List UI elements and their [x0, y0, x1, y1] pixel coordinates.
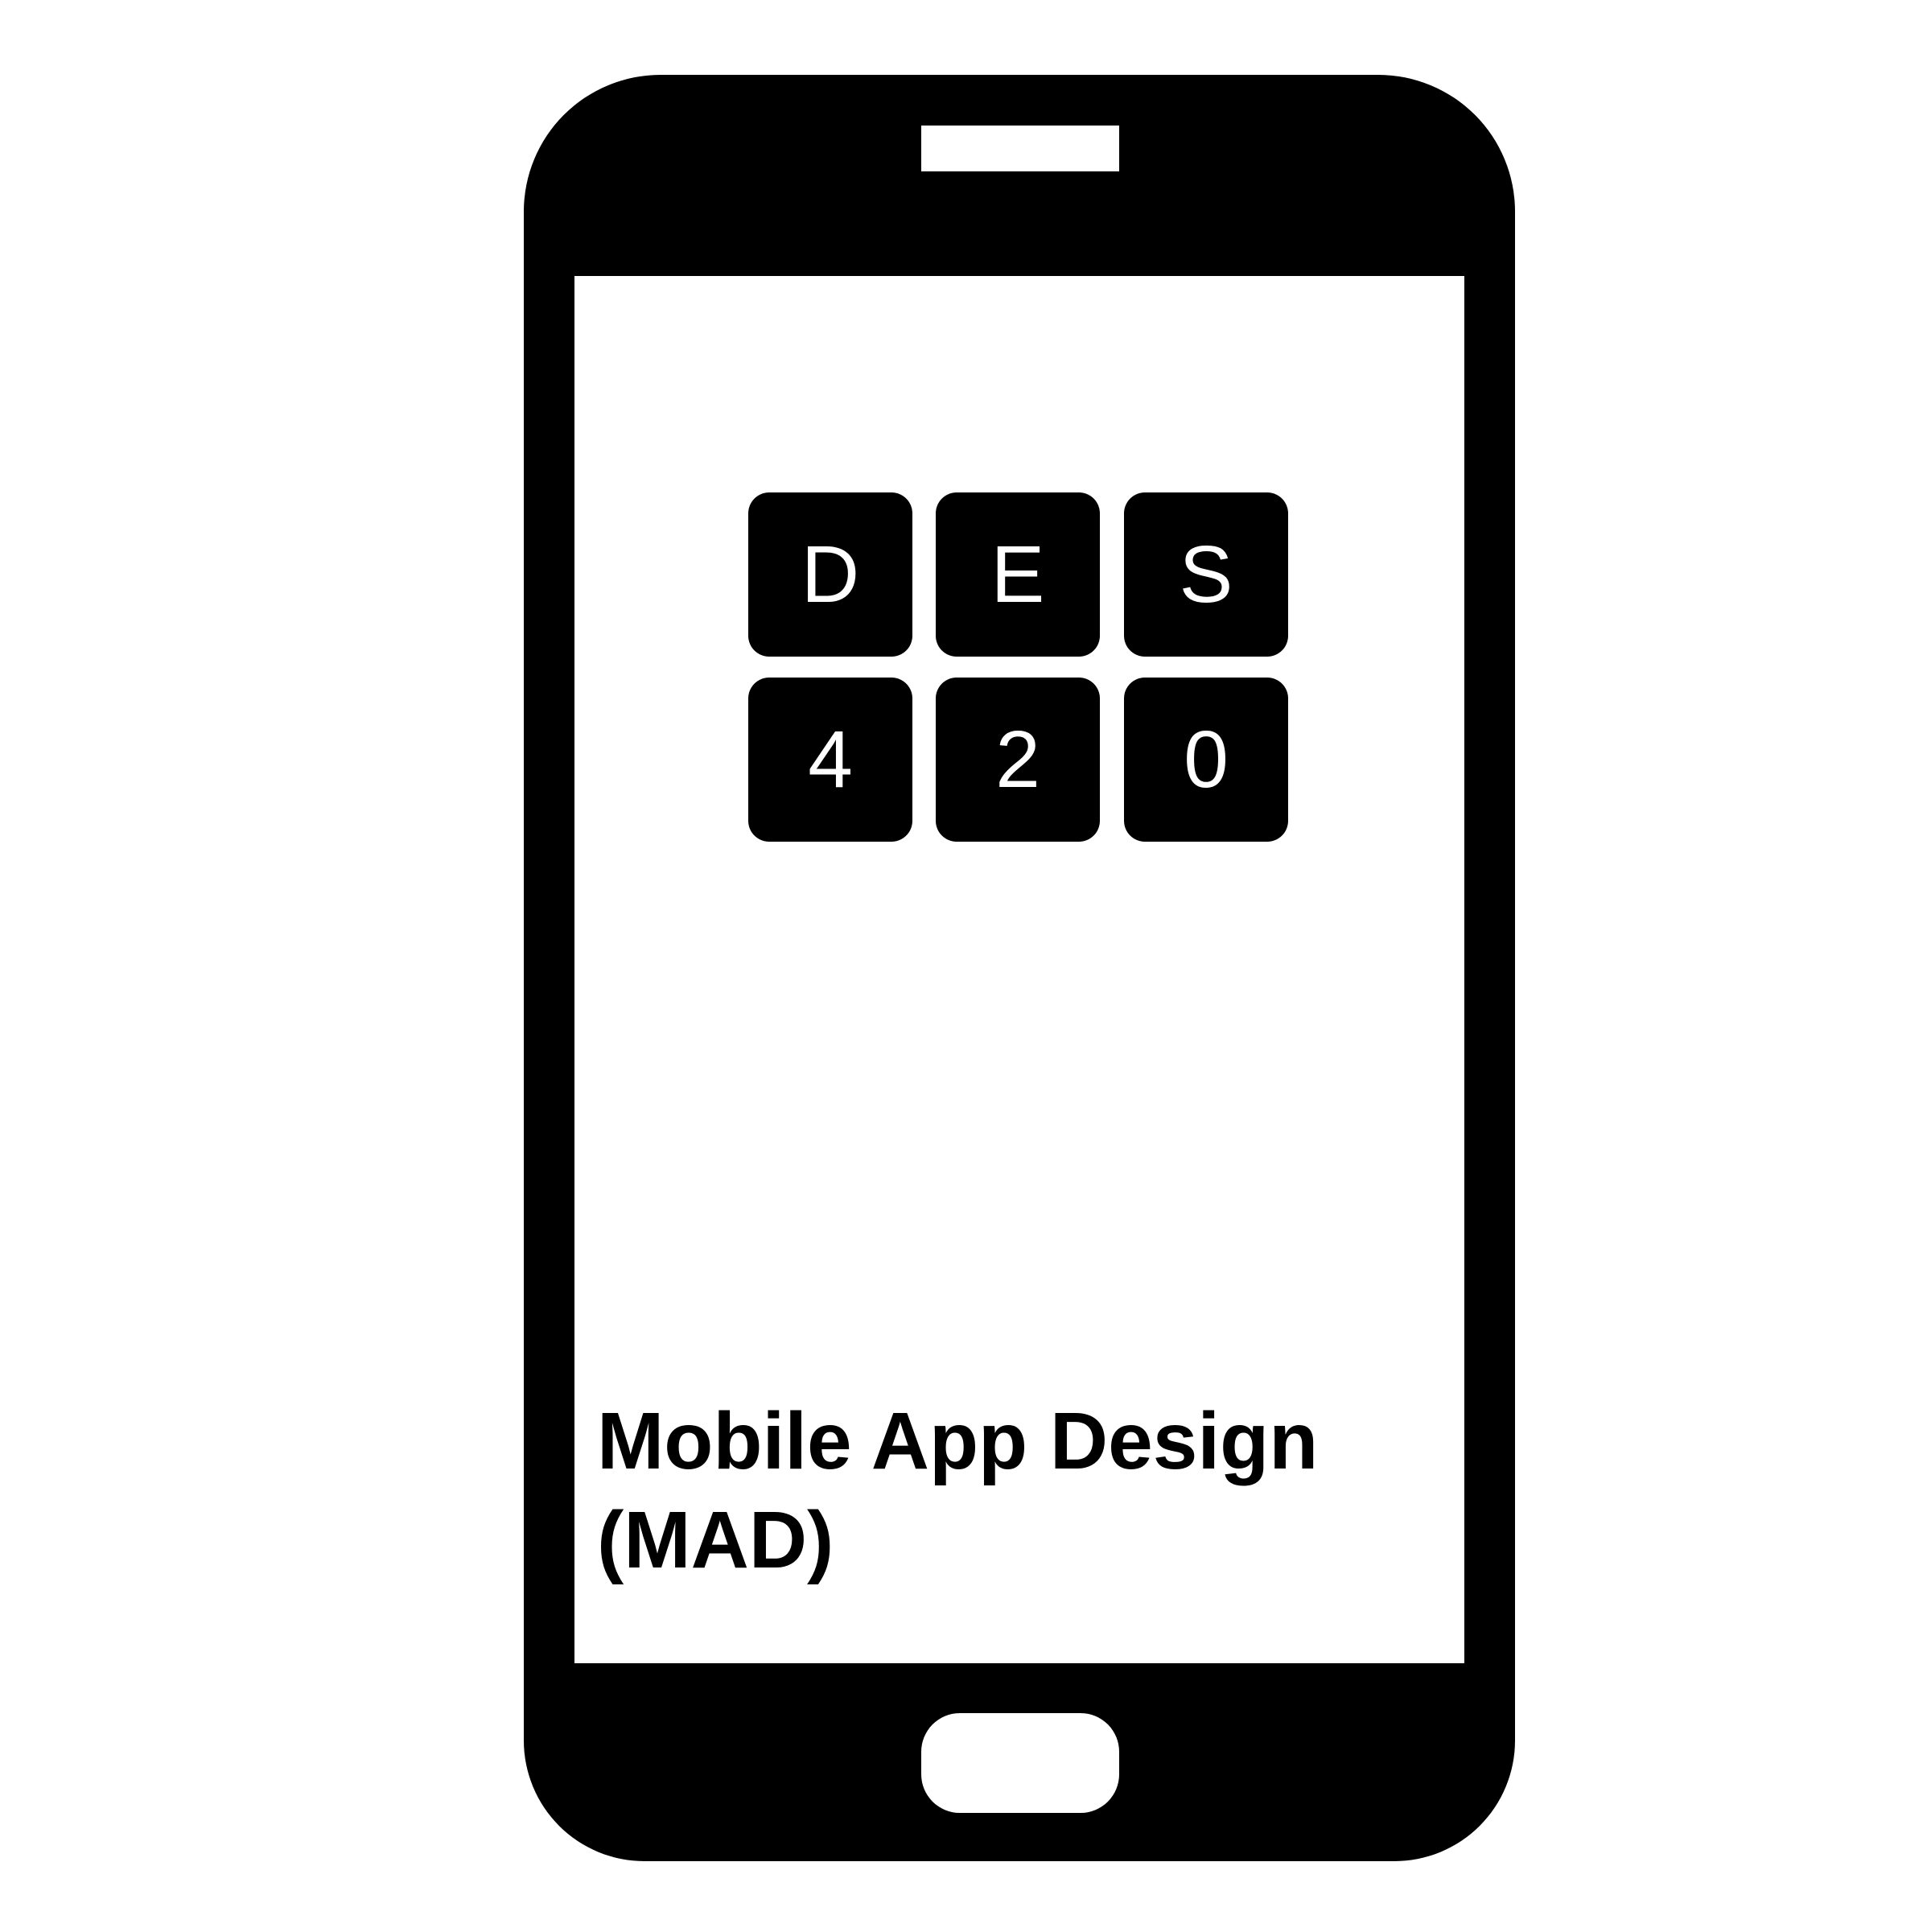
home-button[interactable]: [921, 1713, 1119, 1813]
tile-s: S: [1124, 492, 1288, 657]
tile-d: D: [748, 492, 912, 657]
tile-e: E: [936, 492, 1100, 657]
course-title-line2: (MAD): [597, 1495, 834, 1585]
course-title: Mobile App Design (MAD): [597, 1392, 1318, 1590]
tile-4: 4: [748, 678, 912, 842]
phone-screen: D E S 4 2 0 Mobile App Design (MAD): [574, 276, 1464, 1663]
phone-illustration: D E S 4 2 0 Mobile App Design (MAD): [524, 75, 1515, 1861]
phone-speaker: [921, 126, 1119, 171]
tile-2: 2: [936, 678, 1100, 842]
tile-0: 0: [1124, 678, 1288, 842]
course-title-line1: Mobile App Design: [597, 1396, 1319, 1486]
